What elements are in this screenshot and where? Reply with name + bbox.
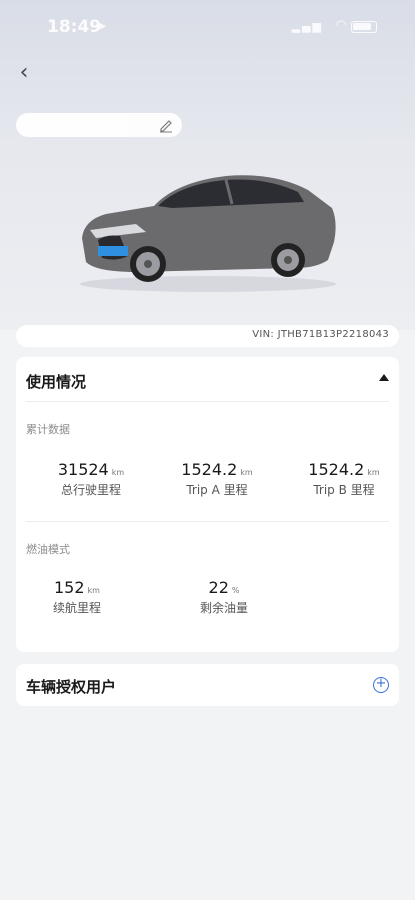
authorized-users-card[interactable]: 车辆授权用户 +: [16, 664, 399, 706]
plus-circle-icon[interactable]: +: [373, 677, 389, 693]
stat-label: Trip B 里程: [313, 483, 375, 497]
vehicle-image: [80, 175, 336, 292]
stat-label: 剩余油量: [199, 601, 248, 615]
status-time: 18:49: [47, 17, 102, 37]
wifi-icon: ◠: [335, 18, 347, 33]
fuel-mode-label: 燃油模式: [26, 543, 70, 556]
authorized-users-title: 车辆授权用户: [26, 678, 117, 696]
chevron-left-icon: ‹: [19, 60, 29, 85]
vehicle-name-field[interactable]: [16, 113, 182, 137]
stat-value: 22: [208, 578, 229, 597]
stat-unit: %: [231, 586, 240, 595]
stat-fuel-level: 22% 剩余油量: [164, 578, 284, 616]
stat-unit: km: [111, 468, 125, 477]
stat-unit: km: [367, 468, 380, 477]
triangle-up-icon[interactable]: [379, 374, 389, 381]
stat-trip-b: 1524.2 km Trip B 里程: [284, 460, 404, 498]
stat-value: 31524: [57, 460, 109, 479]
battery-icon: [351, 21, 377, 33]
status-bar: 18:49 ➤ ▂▄▆ ◠: [0, 0, 415, 52]
usage-card: 使用情况 累计数据 31524 km 总行驶里程 1524.2 km Trip A …: [16, 357, 399, 652]
back-button[interactable]: ‹: [14, 60, 34, 86]
signal-icon: ▂▄▆: [291, 20, 323, 33]
location-arrow-icon: ➤: [97, 19, 108, 33]
stat-label: 总行驶里程: [60, 483, 121, 497]
stat-label: Trip A 里程: [186, 483, 248, 497]
usage-title: 使用情况: [26, 373, 87, 391]
stat-label: 续航里程: [52, 601, 101, 615]
stat-value: 1524.2: [181, 460, 238, 479]
stat-unit: km: [87, 586, 100, 595]
stat-value: 1524.2: [308, 460, 365, 479]
stat-total-mileage: 31524 km 总行驶里程: [31, 460, 151, 498]
stat-value: 152: [54, 578, 85, 597]
divider: [26, 521, 389, 522]
pencil-icon[interactable]: [158, 117, 174, 133]
stat-unit: km: [240, 468, 253, 477]
divider: [26, 401, 389, 402]
cumulative-label: 累计数据: [26, 423, 70, 436]
stat-range: 152 km 续航里程: [17, 578, 137, 616]
stat-trip-a: 1524.2 km Trip A 里程: [157, 460, 277, 498]
vin-bar: VIN: JTHB71B13P2218043: [16, 325, 399, 347]
vin-text: VIN: JTHB71B13P2218043: [252, 329, 389, 340]
